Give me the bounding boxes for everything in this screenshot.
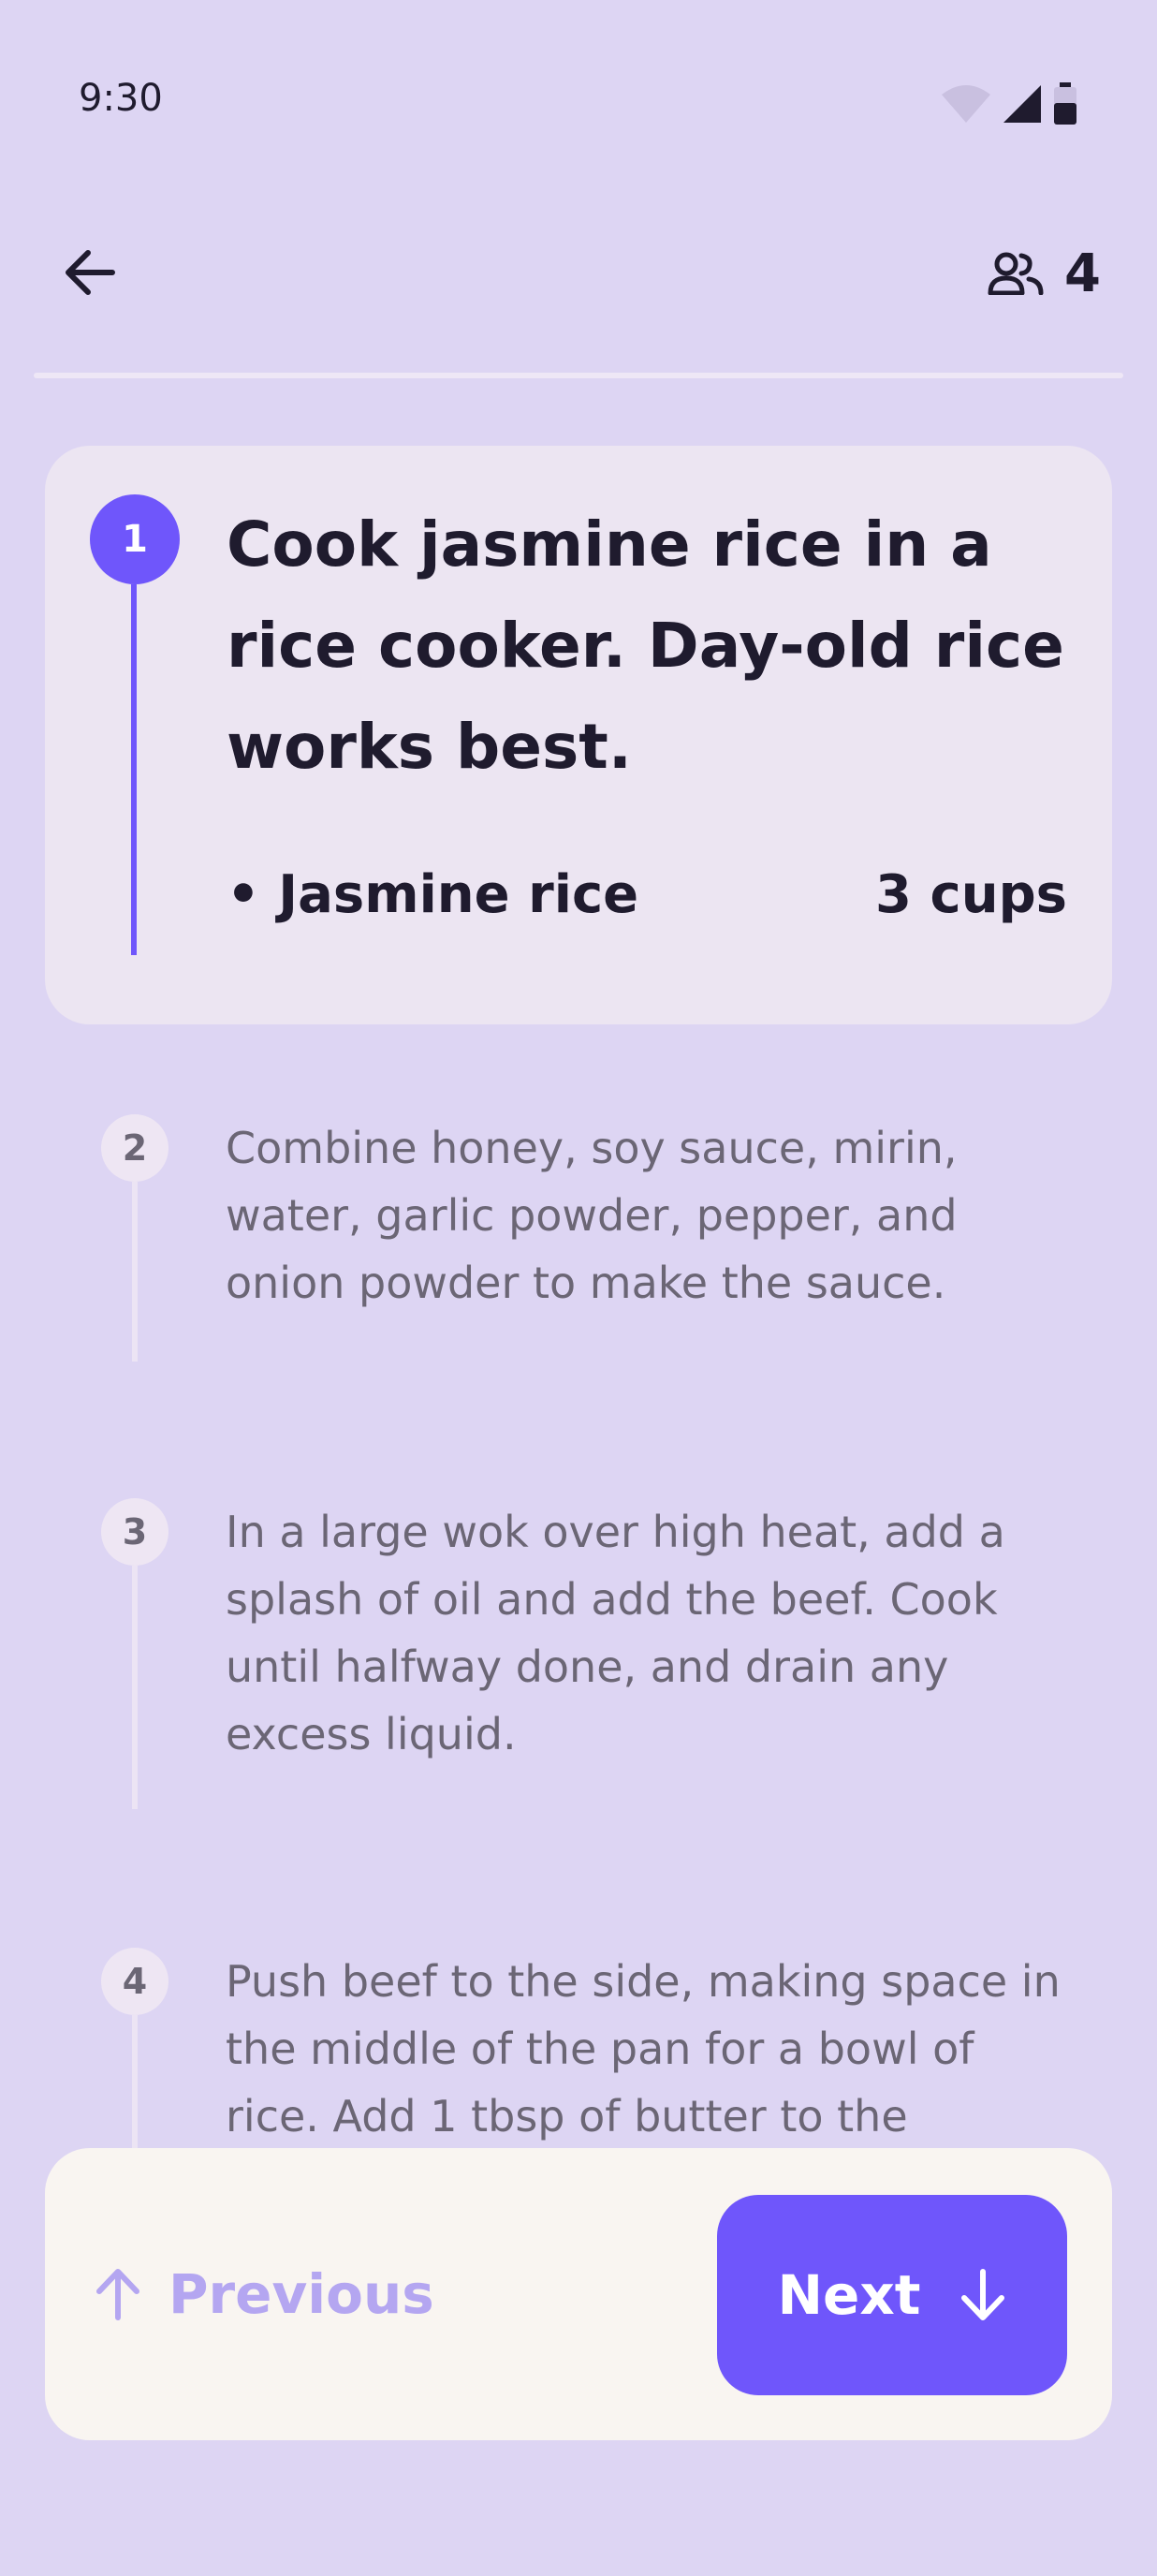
step-number-badge: 4	[101, 1948, 168, 2015]
previous-button[interactable]: Previous	[94, 2253, 434, 2335]
recipe-step-screen: 9:30 4 1 Cook jasmine rice in a rice coo…	[0, 0, 1157, 2576]
ingredient-name: Jasmine rice	[227, 864, 638, 925]
step-line	[132, 1566, 138, 1809]
arrow-up-icon	[96, 2269, 139, 2320]
arrow-left-icon	[66, 250, 115, 295]
ingredient-item: Jasmine rice 3 cups	[227, 861, 1067, 927]
step-progress-line	[131, 584, 137, 955]
next-button[interactable]: Next	[717, 2195, 1067, 2395]
back-button[interactable]	[56, 239, 124, 306]
wifi-icon	[942, 85, 990, 123]
status-time: 9:30	[79, 77, 163, 120]
step-line	[132, 1182, 138, 1362]
battery-icon	[1054, 82, 1076, 125]
step-number-badge: 3	[101, 1498, 168, 1566]
previous-label: Previous	[168, 2262, 434, 2326]
active-step-card: 1 Cook jasmine rice in a rice cooker. Da…	[45, 446, 1112, 1024]
header-divider	[34, 373, 1123, 378]
active-step-text: Cook jasmine rice in a rice cooker. Day-…	[227, 508, 1064, 783]
step-text: Combine honey, soy sauce, mirin, water, …	[226, 1123, 958, 1308]
step-number-badge: 2	[101, 1114, 168, 1182]
ingredient-amount: 3 cups	[875, 863, 1067, 925]
status-icons	[940, 82, 1078, 125]
signal-icon	[1003, 85, 1041, 123]
next-label: Next	[777, 2263, 921, 2327]
step-number-badge: 1	[90, 494, 180, 584]
people-icon	[988, 252, 1044, 295]
arrow-down-icon	[960, 2269, 1004, 2320]
servings-selector[interactable]: 4	[988, 243, 1101, 304]
step-navigation-bar: Previous Next	[45, 2148, 1112, 2440]
step-text: In a large wok over high heat, add a spl…	[226, 1507, 1005, 1759]
servings-count: 4	[1064, 243, 1101, 304]
